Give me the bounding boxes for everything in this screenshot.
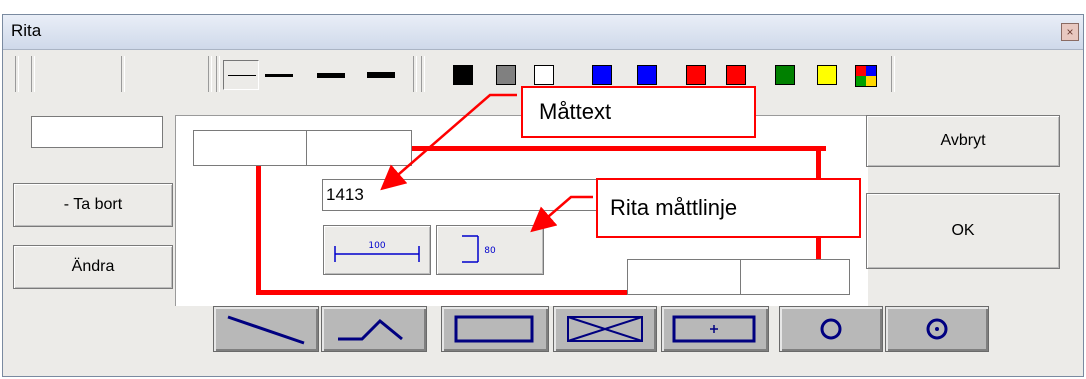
color-red-swatch[interactable] <box>726 65 746 85</box>
medium-line-button[interactable] <box>261 60 297 90</box>
horizontal-dimension-label: 100 <box>368 241 385 251</box>
toolbar-separator <box>121 56 125 92</box>
thicker-line-button[interactable] <box>363 60 399 90</box>
circle-tool-button[interactable] <box>779 306 883 352</box>
color-gray-swatch[interactable] <box>496 65 516 85</box>
edit-button[interactable]: Ändra <box>13 245 173 289</box>
remove-button[interactable]: - Ta bort <box>13 183 173 227</box>
crossed-rectangle-tool-icon <box>567 316 643 342</box>
callout-rita-mattlinje: Rita måttlinje <box>596 178 861 238</box>
text-value-field[interactable] <box>31 116 163 148</box>
rita-dialog: Rita × - Ta bort Ändra 1413 100 80 Måtte… <box>2 14 1084 377</box>
horizontal-dimension-icon: 100 <box>334 241 420 262</box>
plus-rectangle-tool-button[interactable] <box>661 306 769 352</box>
color-red-swatch[interactable] <box>686 65 706 85</box>
vertical-dimension-icon: 80 <box>462 235 496 263</box>
toolbar-separator <box>15 56 19 92</box>
close-button[interactable]: × <box>1061 23 1079 41</box>
thick-line-button[interactable] <box>313 60 349 90</box>
drawn-line <box>256 164 261 294</box>
rectangle-tool-icon <box>454 315 534 343</box>
color-blue-swatch[interactable] <box>592 65 612 85</box>
color-yellow-swatch[interactable] <box>817 65 837 85</box>
top-strip <box>0 0 1086 14</box>
circle-dot-tool-icon <box>926 318 948 340</box>
label-box-right <box>306 130 412 166</box>
cancel-button[interactable]: Avbryt <box>866 115 1060 167</box>
toolbar-separator <box>208 56 212 92</box>
thin-line-button[interactable] <box>223 60 259 90</box>
plus-rectangle-tool-icon <box>672 315 756 343</box>
polyline-tool-button[interactable] <box>321 306 427 352</box>
drawn-line <box>406 146 826 151</box>
drawing-canvas[interactable]: 1413 100 80 Måttext Rita måttlinje <box>175 86 868 306</box>
label-box-bottom-right <box>740 259 850 295</box>
toolbar-separator <box>421 56 425 92</box>
polyline-tool-icon <box>338 318 403 341</box>
title-bar: Rita × <box>3 15 1083 50</box>
ok-button[interactable]: OK <box>866 193 1060 269</box>
line-tool-button[interactable] <box>213 306 319 352</box>
color-white-swatch[interactable] <box>534 65 554 85</box>
toolbar-separator <box>891 56 895 92</box>
color-green-swatch[interactable] <box>775 65 795 85</box>
multicolor-palette-icon[interactable] <box>855 65 877 87</box>
vertical-dimension-label: 80 <box>484 246 496 256</box>
toolbar-separator <box>216 56 220 92</box>
label-box-left <box>193 130 307 166</box>
callout-matttext: Måttext <box>521 86 756 138</box>
toolbar-separator <box>31 56 35 92</box>
dimension-input[interactable]: 1413 <box>322 179 600 211</box>
circle-dot-tool-button[interactable] <box>885 306 989 352</box>
toolbar-separator <box>413 56 417 92</box>
window-title: Rita <box>11 21 42 40</box>
color-black-swatch[interactable] <box>453 65 473 85</box>
circle-tool-icon <box>820 318 842 340</box>
color-blue-swatch[interactable] <box>637 65 657 85</box>
rectangle-tool-button[interactable] <box>441 306 549 352</box>
label-box-bottom-left <box>627 259 741 295</box>
horizontal-dimension-button[interactable]: 100 <box>323 225 431 275</box>
vertical-dimension-button[interactable]: 80 <box>436 225 544 275</box>
drawn-line <box>256 290 636 295</box>
crossed-rectangle-tool-button[interactable] <box>553 306 657 352</box>
line-tool-icon <box>227 315 305 345</box>
